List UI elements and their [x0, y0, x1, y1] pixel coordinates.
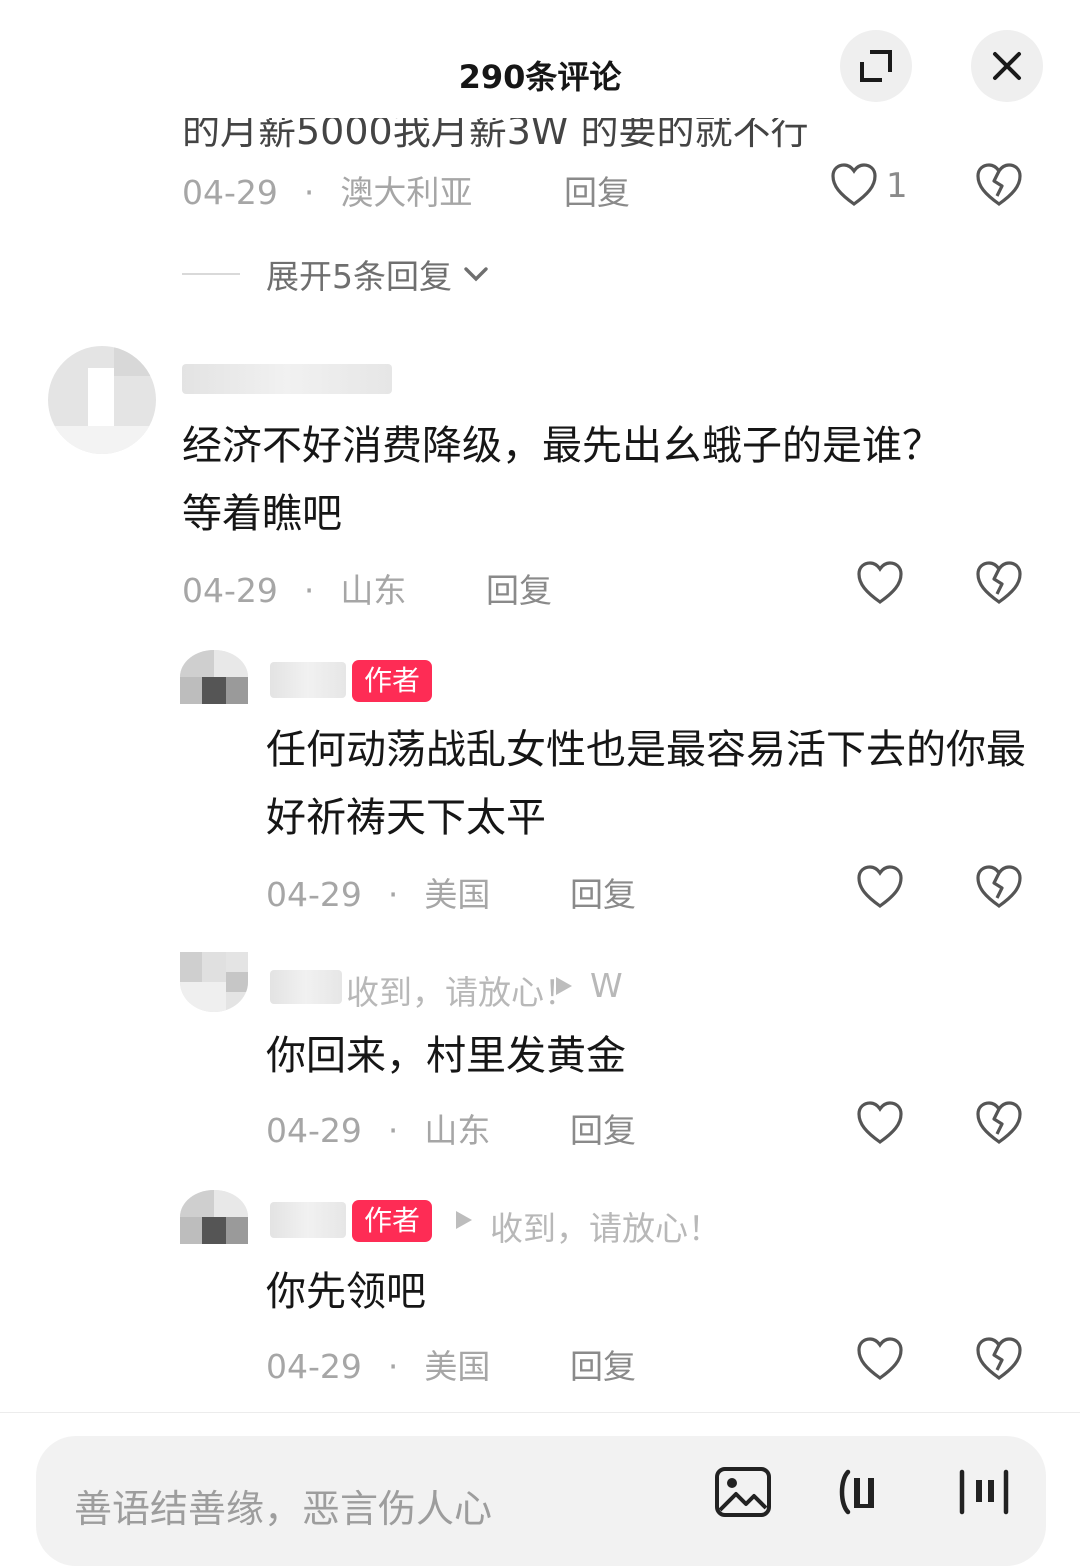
reply-to-username[interactable]: W [590, 966, 623, 1005]
reply-text: 你先领吧 [266, 1269, 426, 1315]
expand-button[interactable] [840, 30, 912, 102]
heart-outline-icon[interactable] [856, 1100, 904, 1146]
broken-heart-icon[interactable] [975, 1336, 1023, 1382]
at-icon[interactable] [834, 1466, 894, 1518]
reply-button[interactable]: 回复 [570, 868, 636, 916]
play-arrow-icon [456, 1211, 472, 1229]
author-badge: 作者 [352, 660, 433, 702]
avatar[interactable] [180, 1190, 248, 1244]
like-count: 1 [886, 166, 908, 206]
emoji-icon[interactable] [954, 1466, 1014, 1518]
comment-meta: 04-29 · 美国 [266, 875, 491, 914]
reply-button[interactable]: 回复 [570, 1340, 636, 1388]
expand-divider [182, 273, 240, 275]
comment-meta: 04-29 · 澳大利亚 [182, 173, 473, 212]
close-button[interactable] [971, 30, 1043, 102]
avatar[interactable] [48, 346, 156, 454]
comment-meta: 04-29 · 山东 [182, 571, 407, 610]
broken-heart-icon[interactable] [975, 1100, 1023, 1146]
expand-icon [860, 50, 892, 82]
author-badge: 作者 [352, 1200, 433, 1242]
comment-date: 04-29 [182, 571, 278, 610]
reply-to-username[interactable]: 收到，请放心！ [490, 1202, 721, 1250]
heart-outline-icon[interactable] [856, 1336, 904, 1382]
comment-input[interactable]: 善语结善缘，恶言伤人心 [36, 1436, 1046, 1566]
broken-heart-icon[interactable] [975, 162, 1023, 208]
comment-text: 经济不好消费降级，最先出幺蛾子的是谁？等着瞧吧 [182, 423, 942, 537]
comments-header: 290条评论 [0, 0, 1080, 112]
reply-quote-username: 收到，请放心！ [346, 973, 577, 1012]
comment-location: 美国 [424, 1347, 491, 1386]
reply-button[interactable]: 回复 [564, 166, 630, 214]
reply-text: 任何动荡战乱女性也是最容易活下去的你最好祈祷天下太平 [266, 727, 1026, 841]
username-blurred[interactable] [182, 364, 392, 394]
comment-meta: 04-29 · 美国 [266, 1347, 491, 1386]
avatar[interactable] [180, 952, 248, 1012]
comment-date: 04-29 [266, 875, 362, 914]
reply-text: 你回来，村里发黄金 [266, 1033, 626, 1079]
comment-meta: 04-29 · 山东 [266, 1111, 491, 1150]
broken-heart-icon[interactable] [975, 560, 1023, 606]
username-blurred[interactable] [270, 662, 346, 698]
reply-button[interactable]: 回复 [570, 1104, 636, 1152]
comment-input-placeholder: 善语结善缘，恶言伤人心 [74, 1487, 493, 1531]
heart-outline-icon[interactable] [856, 560, 904, 606]
comment-date: 04-29 [266, 1111, 362, 1150]
comment-count-title: 290条评论 [458, 58, 622, 96]
input-divider [0, 1412, 1080, 1413]
comment-date: 04-29 [182, 173, 278, 212]
heart-outline-icon[interactable] [856, 864, 904, 910]
avatar[interactable] [180, 650, 248, 704]
comment-location: 山东 [340, 571, 407, 610]
comment-location: 澳大利亚 [340, 173, 473, 212]
image-icon[interactable] [714, 1466, 772, 1518]
comment-location: 美国 [424, 875, 491, 914]
reply-button[interactable]: 回复 [486, 564, 552, 612]
play-arrow-icon [556, 977, 572, 995]
heart-outline-icon[interactable] [830, 162, 878, 208]
comment-date: 04-29 [266, 1347, 362, 1386]
expand-replies-button[interactable]: 展开5条回复 [182, 250, 492, 298]
expand-replies-label: 展开5条回复 [266, 257, 452, 296]
username-blurred[interactable] [270, 1202, 346, 1238]
broken-heart-icon[interactable] [975, 864, 1023, 910]
chevron-down-icon [464, 267, 488, 282]
close-icon [993, 52, 1021, 80]
comment-location: 山东 [424, 1111, 491, 1150]
username-blurred[interactable] [270, 970, 342, 1004]
